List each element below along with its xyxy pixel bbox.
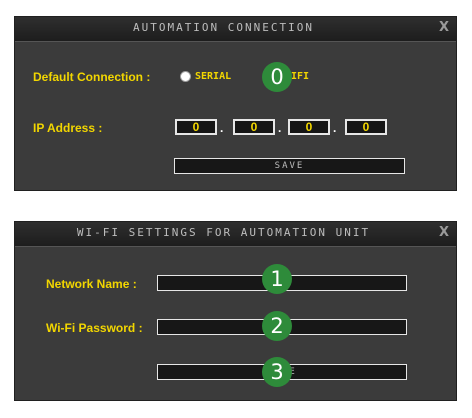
default-connection-label: Default Connection :: [33, 70, 151, 84]
wifi-password-label: Wi-Fi Password :: [46, 321, 143, 335]
ip-octet-1-input[interactable]: [175, 119, 217, 135]
title-bar: AUTOMATION CONNECTION X: [15, 17, 456, 42]
close-icon[interactable]: X: [436, 20, 452, 36]
serial-radio-label[interactable]: SERIAL: [195, 71, 231, 82]
step-marker: 1: [262, 264, 292, 294]
step-marker: 2: [262, 311, 292, 341]
dialog-title: WI-FI SETTINGS FOR AUTOMATION UNIT: [76, 226, 371, 239]
ip-address-label: IP Address :: [33, 121, 103, 135]
ip-octet-2-input[interactable]: [233, 119, 275, 135]
ip-separator: .: [333, 121, 337, 135]
save-button[interactable]: SAVE: [174, 158, 405, 174]
step-marker: 3: [262, 357, 292, 387]
title-bar: WI-FI SETTINGS FOR AUTOMATION UNIT X: [15, 222, 456, 247]
step-marker: 0: [262, 62, 292, 92]
ip-separator: .: [278, 121, 282, 135]
dialog-title: AUTOMATION CONNECTION: [132, 21, 315, 34]
ip-octet-4-input[interactable]: [345, 119, 387, 135]
wifi-settings-dialog: WI-FI SETTINGS FOR AUTOMATION UNIT X Net…: [14, 221, 457, 401]
ip-octet-3-input[interactable]: [288, 119, 330, 135]
ip-separator: .: [220, 121, 224, 135]
network-name-label: Network Name :: [46, 277, 137, 291]
serial-radio[interactable]: [181, 72, 190, 81]
automation-connection-dialog: AUTOMATION CONNECTION X Default Connecti…: [14, 16, 457, 191]
close-icon[interactable]: X: [436, 225, 452, 241]
